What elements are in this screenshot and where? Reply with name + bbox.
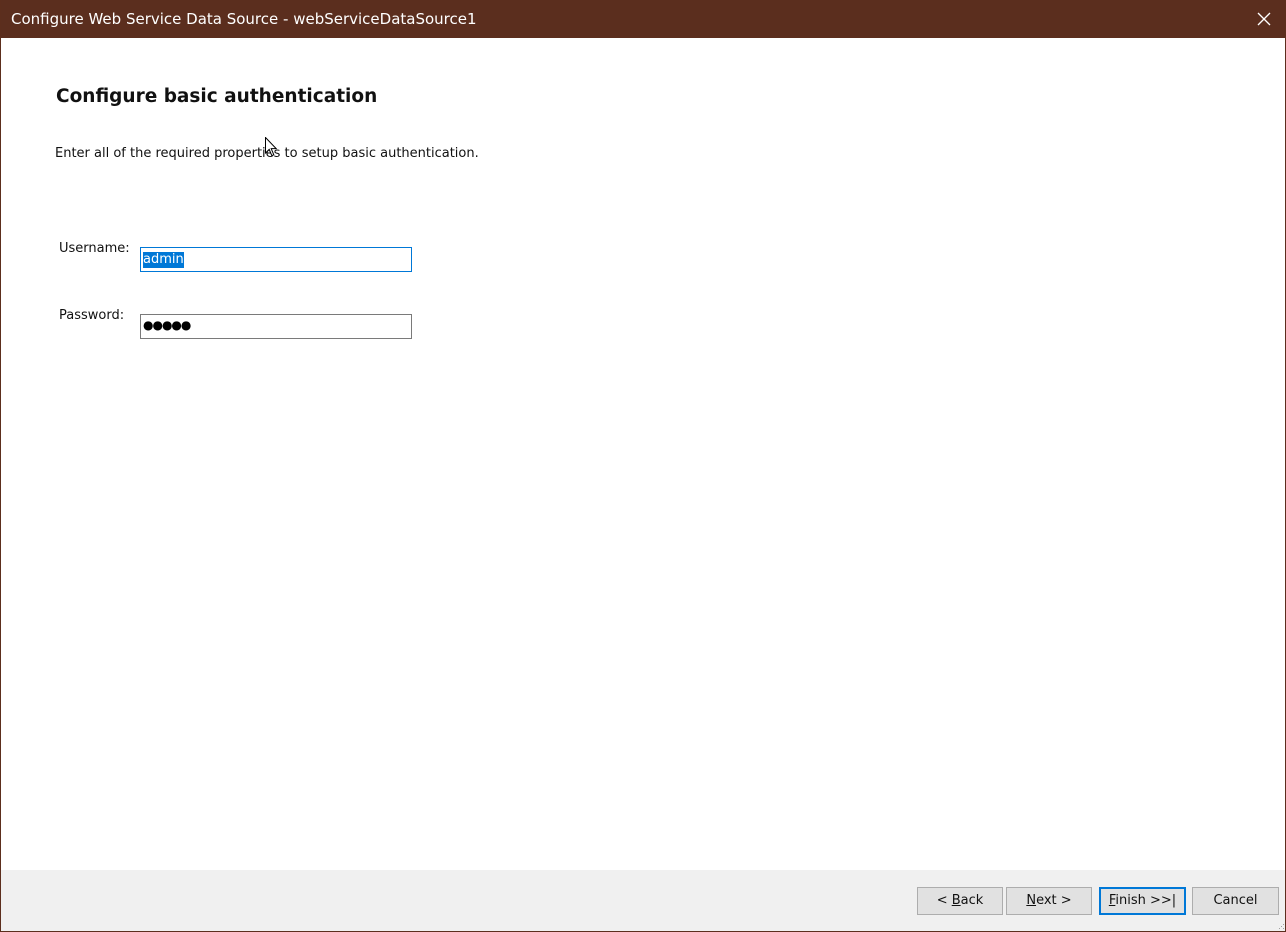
back-button-rest: ack bbox=[960, 893, 984, 908]
password-label: Password: bbox=[59, 308, 125, 323]
title-bar: Configure Web Service Data Source - webS… bbox=[1, 0, 1285, 38]
back-button-prefix: < bbox=[936, 893, 952, 908]
window-title: Configure Web Service Data Source - webS… bbox=[11, 10, 477, 28]
back-button[interactable]: < Back bbox=[917, 887, 1003, 915]
next-button-mnemonic: N bbox=[1026, 893, 1037, 908]
next-button-rest: ext > bbox=[1036, 893, 1072, 908]
username-label: Username: bbox=[59, 241, 130, 256]
mouse-pointer-icon bbox=[265, 137, 277, 157]
page-heading: Configure basic authentication bbox=[56, 86, 378, 107]
finish-button[interactable]: Finish >>| bbox=[1099, 887, 1186, 915]
back-button-mnemonic: B bbox=[951, 893, 961, 908]
username-value: admin bbox=[143, 252, 184, 268]
dialog-window: Configure Web Service Data Source - webS… bbox=[0, 0, 1286, 932]
username-input[interactable]: admin bbox=[140, 247, 412, 272]
password-input[interactable]: ●●●●● bbox=[140, 314, 412, 339]
button-bar: < Back Next > Finish >>| Cancel bbox=[1, 870, 1285, 931]
close-button[interactable] bbox=[1241, 0, 1285, 38]
cancel-button[interactable]: Cancel bbox=[1192, 887, 1279, 915]
password-value: ●●●●● bbox=[143, 318, 191, 332]
finish-button-rest: inish >>| bbox=[1115, 893, 1177, 908]
resize-grip-icon[interactable] bbox=[1277, 922, 1285, 930]
close-icon bbox=[1257, 12, 1271, 26]
next-button[interactable]: Next > bbox=[1006, 887, 1092, 915]
